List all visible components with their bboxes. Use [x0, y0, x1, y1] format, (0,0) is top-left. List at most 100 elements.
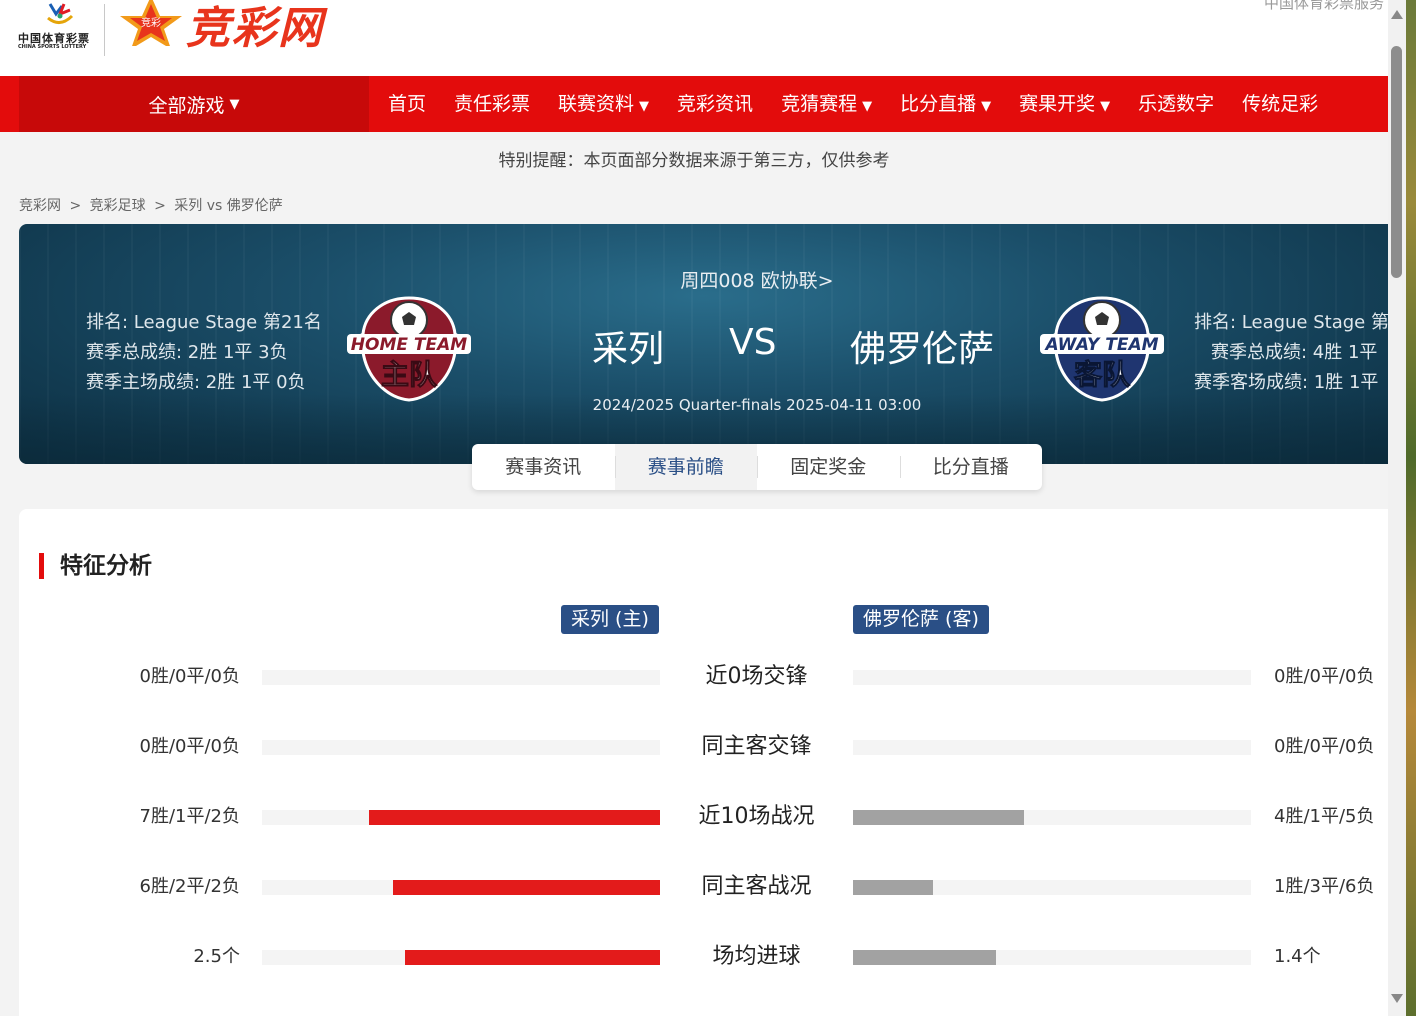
analysis-row: 7胜/1平/2负 近10场战况 4胜/1平/5负 — [19, 802, 1388, 832]
away-value: 1.4个 — [1274, 946, 1321, 967]
home-team-badge-icon: HOME TEAM 主队 — [347, 296, 471, 402]
analysis-row: 6胜/2平/2负 同主客战况 1胜/3平/6负 — [19, 872, 1388, 902]
home-venue-record: 赛季主场成绩: 2胜 1平 0负 — [86, 372, 306, 393]
jingcai-logo[interactable]: 竞彩 竞彩网 — [116, 0, 356, 54]
main-nav: 全部游戏 ▼ 首页 责任彩票 联赛资料 ▼ 竞彩资讯 竞猜赛程 ▼ 比分直播 ▼ 赛果… — [0, 76, 1388, 132]
star-logo-icon: 竞彩 — [120, 0, 182, 46]
away-bar-track — [853, 950, 1251, 965]
home-bar-track — [262, 950, 660, 965]
away-value: 0胜/0平/0负 — [1274, 666, 1375, 687]
chevron-down-icon: ▼ — [862, 99, 873, 114]
home-season-record: 赛季总成绩: 2胜 1平 3负 — [86, 342, 288, 363]
home-team-name[interactable]: 采列 — [592, 320, 664, 372]
away-venue-record: 赛季客场成绩: 1胜 1平 — [1194, 372, 1379, 393]
nav-item-label: 竞彩资讯 — [677, 93, 754, 115]
tab-match-preview[interactable]: 赛事前瞻 — [614, 444, 757, 490]
home-bar-track — [262, 880, 660, 895]
nav-item-responsible[interactable]: 责任彩票 — [440, 76, 544, 132]
notice-text: 特别提醒：本页面部分数据来源于第三方，仅供参考 — [498, 151, 890, 171]
nav-item-home[interactable]: 首页 — [374, 76, 440, 132]
match-banner: 周四008 欧协联> 排名: League Stage 第21名 赛季总成绩: … — [19, 224, 1388, 464]
away-bar-track — [853, 740, 1251, 755]
away-season-record: 赛季总成绩: 4胜 1平 — [1211, 342, 1378, 363]
away-value: 0胜/0平/0负 — [1274, 736, 1375, 757]
chevron-down-icon: ▼ — [229, 96, 240, 112]
section-title: 特征分析 — [39, 553, 152, 579]
row-label: 同主客战况 — [701, 874, 812, 899]
nav-item-lotto[interactable]: 乐透数字 — [1124, 76, 1228, 132]
logo-jc-text: 竞彩网 — [186, 3, 324, 54]
nav-item-results[interactable]: 赛果开奖 ▼ — [1005, 76, 1124, 132]
nav-item-label: 竞猜赛程 — [781, 93, 858, 115]
away-team-stats: 排名: League Stage 第 赛季总成绩: 4胜 1平 赛季客场成绩: … — [1194, 308, 1388, 398]
nav-item-label: 乐透数字 — [1138, 93, 1215, 115]
home-bar-fill — [393, 880, 660, 895]
home-value: 7胜/1平/2负 — [139, 806, 241, 827]
breadcrumb: 竞彩网 > 竞彩足球 > 采列 vs 佛罗伦萨 — [19, 195, 287, 215]
top-right-link[interactable]: 中国体育彩票服务 — [1264, 0, 1384, 13]
home-bar-fill — [405, 950, 660, 965]
china-sports-lottery-logo[interactable]: 中国体育彩票 CHINA SPORTS LOTTERY — [16, 2, 100, 54]
tab-match-news[interactable]: 赛事资讯 — [472, 444, 615, 490]
home-value: 0胜/0平/0负 — [139, 736, 241, 757]
match-info: 2024/2025 Quarter-finals 2025-04-11 03:0… — [592, 396, 922, 414]
page-scrollbar[interactable] — [1388, 0, 1406, 1016]
breadcrumb-link-football[interactable]: 竞彩足球 — [90, 198, 146, 214]
breadcrumb-current: 采列 vs 佛罗伦萨 — [174, 198, 283, 214]
away-bar-track — [853, 810, 1251, 825]
scroll-down-icon[interactable] — [1391, 994, 1403, 1003]
nav-item-schedule[interactable]: 竞猜赛程 ▼ — [767, 76, 886, 132]
away-value: 1胜/3平/6负 — [1274, 876, 1375, 897]
nav-item-news[interactable]: 竞彩资讯 — [663, 76, 767, 132]
nav-item-label: 传统足彩 — [1242, 93, 1319, 115]
home-rank: 排名: League Stage 第21名 — [86, 312, 322, 333]
league-link[interactable]: 周四008 欧协联> — [19, 266, 1388, 293]
analysis-row: 0胜/0平/0负 近0场交锋 0胜/0平/0负 — [19, 662, 1388, 692]
home-value: 0胜/0平/0负 — [139, 666, 241, 687]
away-team-badge-icon: AWAY TEAM 客队 — [1040, 296, 1164, 402]
breadcrumb-separator: > — [69, 198, 82, 214]
nav-item-league-data[interactable]: 联赛资料 ▼ — [544, 76, 663, 132]
nav-item-live-score[interactable]: 比分直播 ▼ — [886, 76, 1005, 132]
away-bar-fill — [853, 950, 997, 965]
tab-live-score[interactable]: 比分直播 — [899, 444, 1043, 490]
nav-item-label: 赛果开奖 — [1019, 93, 1096, 115]
home-bar-track — [262, 740, 660, 755]
scrollbar-thumb[interactable] — [1391, 46, 1402, 278]
row-label: 近10场战况 — [698, 804, 815, 829]
away-bar-track — [853, 670, 1251, 685]
chevron-down-icon: ▼ — [1100, 99, 1111, 114]
background-window-edge — [1406, 0, 1416, 1016]
away-badge-main-text: 客队 — [1074, 358, 1131, 391]
logo-badge-text: 竞彩 — [141, 16, 161, 29]
away-rank: 排名: League Stage 第 — [1194, 312, 1388, 333]
vs-label: VS — [729, 322, 777, 363]
away-team-tag: 佛罗伦萨 (客) — [853, 605, 989, 634]
away-bar-fill — [853, 810, 1025, 825]
nav-item-label: 联赛资料 — [558, 93, 635, 115]
away-badge-top-text: AWAY TEAM — [1043, 335, 1158, 355]
away-bar-track — [853, 880, 1251, 895]
nav-item-label: 首页 — [388, 93, 427, 115]
logo-en-text: CHINA SPORTS LOTTERY — [18, 44, 87, 50]
nav-item-label: 责任彩票 — [454, 93, 531, 115]
breadcrumb-link-home[interactable]: 竞彩网 — [19, 198, 61, 214]
home-team-stats: 排名: League Stage 第21名 赛季总成绩: 2胜 1平 3负 赛季… — [86, 308, 322, 398]
breadcrumb-separator: > — [154, 198, 166, 214]
home-team-tag: 采列 (主) — [561, 605, 659, 634]
site-header: 中国体育彩票 CHINA SPORTS LOTTERY 竞彩 竞彩网 中国体育彩… — [0, 0, 1388, 76]
tab-fixed-odds[interactable]: 固定奖金 — [757, 444, 900, 490]
chevron-down-icon: ▼ — [639, 99, 650, 114]
analysis-panel: 特征分析 采列 (主) 佛罗伦萨 (客) 0胜/0平/0负 近0场交锋 0胜/0… — [19, 509, 1388, 1016]
nav-item-traditional[interactable]: 传统足彩 — [1228, 76, 1332, 132]
analysis-row: 0胜/0平/0负 同主客交锋 0胜/0平/0负 — [19, 732, 1388, 762]
row-label: 同主客交锋 — [701, 734, 812, 759]
nav-item-label: 比分直播 — [900, 93, 977, 115]
all-games-menu[interactable]: 全部游戏 ▼ — [19, 76, 369, 132]
away-bar-fill — [853, 880, 933, 895]
scroll-up-icon[interactable] — [1391, 10, 1403, 19]
nav-list: 首页 责任彩票 联赛资料 ▼ 竞彩资讯 竞猜赛程 ▼ 比分直播 ▼ 赛果开奖 ▼ 乐透数… — [374, 76, 1332, 132]
away-team-name[interactable]: 佛罗伦萨 — [850, 320, 994, 372]
away-value: 4胜/1平/5负 — [1274, 806, 1375, 827]
row-label: 近0场交锋 — [705, 664, 808, 689]
